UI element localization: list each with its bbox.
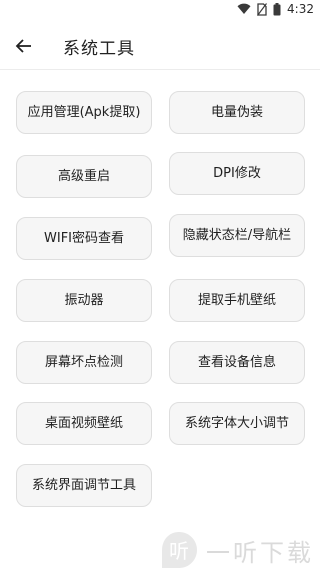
extract-wallpaper-button[interactable]: 提取手机壁纸 — [169, 279, 305, 322]
status-time: 4:32 — [287, 2, 314, 16]
dpi-modify-button[interactable]: DPI修改 — [169, 152, 305, 195]
watermark-logo-icon: 听 — [162, 532, 197, 568]
svg-text:听: 听 — [169, 539, 189, 563]
no-sim-icon — [257, 2, 268, 16]
system-ui-tuner-button[interactable]: 系统界面调节工具 — [16, 464, 152, 507]
status-bar: 4:32 — [0, 0, 320, 18]
page-title: 系统工具 — [63, 39, 135, 59]
wifi-password-button[interactable]: WIFI密码查看 — [16, 217, 152, 260]
device-info-button[interactable]: 查看设备信息 — [169, 341, 305, 384]
back-arrow-icon[interactable] — [14, 36, 34, 56]
watermark-text: 一听下载 — [206, 538, 314, 567]
battery-spoof-button[interactable]: 电量伪装 — [169, 91, 305, 134]
app-bar: 系统工具 — [0, 24, 320, 68]
wifi-icon — [237, 3, 251, 14]
dead-pixel-test-button[interactable]: 屏幕坏点检测 — [16, 341, 152, 384]
header-divider — [0, 69, 320, 70]
hide-bars-button[interactable]: 隐藏状态栏/导航栏 — [169, 214, 305, 257]
font-size-button[interactable]: 系统字体大小调节 — [169, 402, 305, 445]
battery-icon — [273, 2, 281, 15]
app-manager-button[interactable]: 应用管理(Apk提取) — [16, 91, 152, 134]
advanced-reboot-button[interactable]: 高级重启 — [16, 155, 152, 198]
watermark: 听 一听下载 — [158, 528, 318, 572]
vibrator-button[interactable]: 振动器 — [16, 279, 152, 322]
video-wallpaper-button[interactable]: 桌面视频壁纸 — [16, 402, 152, 445]
